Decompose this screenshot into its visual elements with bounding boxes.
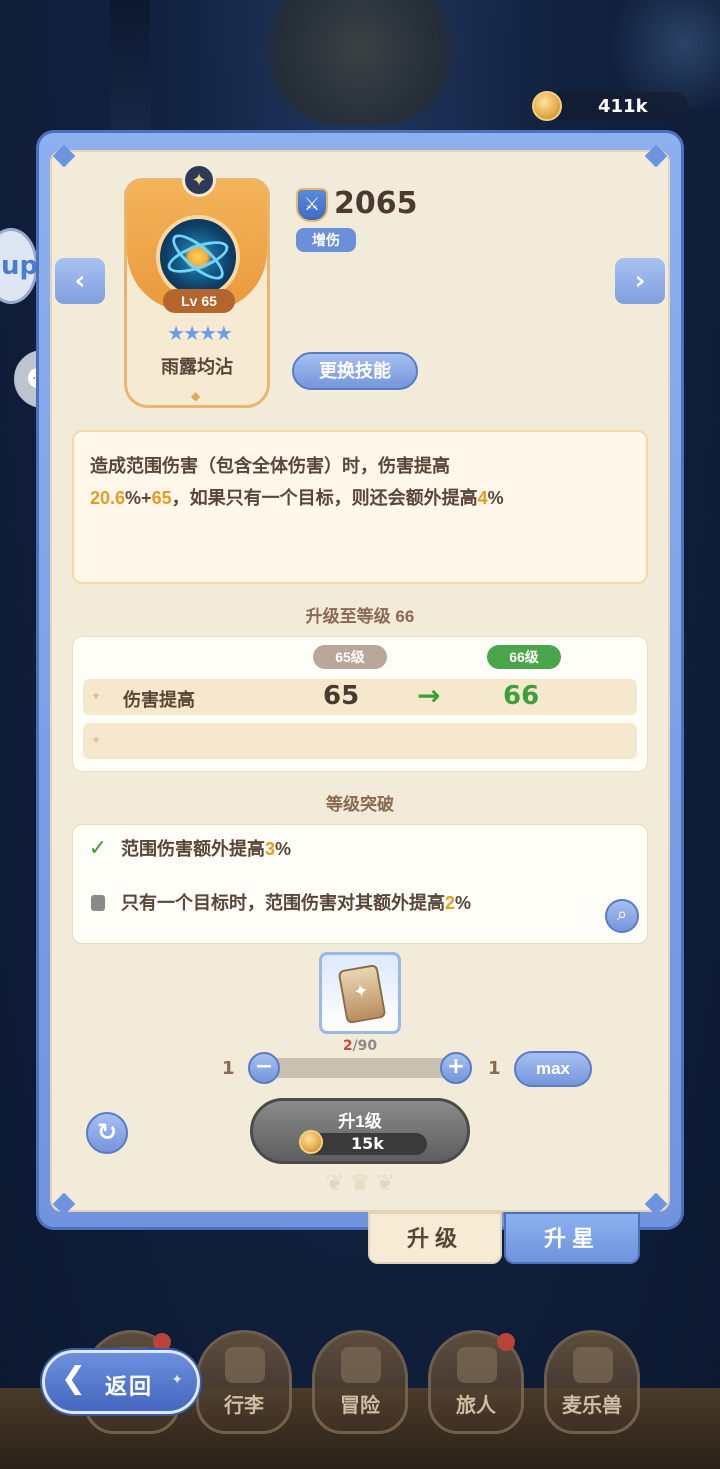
upgrade-title: 升级至等级 66	[305, 607, 415, 626]
material-have: 2	[342, 1038, 353, 1054]
prev-skill-button[interactable]: ‹	[52, 255, 108, 307]
skill-icon	[156, 215, 240, 299]
pet-icon	[573, 1347, 613, 1383]
breakthrough-text: %	[275, 839, 292, 859]
gold-counter[interactable]: 411k	[532, 91, 688, 121]
desc-text: 造成范围伤害（包含全体伤害）时，伤害提高	[90, 456, 450, 476]
skill-tag: 增伤	[296, 228, 356, 252]
bullet-icon: ✦	[91, 733, 102, 747]
stepper-min: 1	[222, 1058, 235, 1079]
skill-power: 2065	[334, 186, 418, 221]
stepper-max: 1	[488, 1058, 501, 1079]
chevron-left-icon: ❮	[61, 1361, 87, 1396]
nav-item-adventure[interactable]: 冒险	[312, 1330, 408, 1434]
notification-dot	[497, 1333, 515, 1351]
arrow-right-icon: →	[417, 679, 441, 712]
desc-value: 20.6	[90, 488, 126, 508]
sparkle-icon: ✦	[182, 163, 216, 197]
material-count: 2/90	[319, 1038, 401, 1054]
up-event-button[interactable]: up	[0, 228, 38, 304]
list-item: 只有一个目标时，范围伤害对其额外提高2%	[85, 889, 471, 915]
chevron-left-icon: ‹	[74, 266, 86, 296]
desc-value: 65	[151, 488, 172, 508]
upgrade-cost-value: 15k	[351, 1134, 384, 1153]
background-character	[245, 0, 475, 125]
skill-name: 雨露均沾	[161, 357, 233, 377]
skill-stars: ★★★★	[167, 323, 233, 345]
notification-dot	[153, 1333, 171, 1351]
nav-label: 麦乐兽	[562, 1395, 622, 1417]
nav-item-pets[interactable]: 麦乐兽	[544, 1330, 640, 1434]
stat-next: 66	[503, 681, 540, 711]
skill-description: 造成范围伤害（包含全体伤害）时，伤害提高 20.6%+65，如果只有一个目标，则…	[72, 430, 648, 584]
check-icon: ✓	[88, 836, 108, 861]
bullet-icon: ✦	[91, 689, 102, 703]
skill-level: Lv 65	[163, 289, 235, 313]
upgrade-button-label: 升1级	[338, 1112, 382, 1131]
table-row: ✦ 伤害提高 65 → 66	[83, 679, 637, 715]
skill-card[interactable]: ✦ Lv 65 ★★★★ 雨露均沾 ◆	[124, 163, 270, 408]
breakthrough-title: 等级突破	[326, 795, 394, 814]
refresh-icon[interactable]: ↻	[86, 1112, 128, 1154]
material-slot[interactable]: ✦	[319, 952, 401, 1034]
card-tip-icon: ◆	[191, 389, 201, 403]
panel-footer-deco: ❦ ♛ ❦	[325, 1170, 395, 1195]
current-level-pill: 65级	[313, 645, 387, 669]
chevron-right-icon: ›	[634, 266, 646, 296]
plus-button[interactable]: +	[440, 1052, 472, 1084]
lock-icon	[85, 893, 111, 914]
breakthrough-value: 3	[265, 839, 276, 859]
stat-current: 65	[323, 681, 360, 711]
tab-upgrade[interactable]: 升级	[368, 1212, 502, 1264]
sword-shield-icon: ⚔	[296, 188, 328, 222]
zoom-icon[interactable]: ⌕	[605, 899, 639, 933]
next-level-pill: 66级	[487, 645, 561, 669]
desc-value: 4	[477, 488, 488, 508]
nav-label: 冒险	[340, 1395, 380, 1417]
desc-text: %+	[125, 488, 152, 508]
breakthrough-value: 2	[445, 893, 456, 913]
nav-label: 旅人	[456, 1395, 496, 1417]
desc-text: %	[487, 488, 504, 508]
traveler-icon	[457, 1347, 497, 1383]
change-skill-button[interactable]: 更换技能	[292, 352, 418, 390]
bag-icon	[225, 1347, 265, 1383]
upgrade-cost: 15k	[299, 1130, 427, 1155]
material-need: /90	[352, 1038, 378, 1054]
crossed-swords-icon	[341, 1347, 381, 1383]
upgrade-table: 65级 66级 ✦ 伤害提高 65 → 66 ✦	[72, 636, 648, 772]
gold-amount: 411k	[598, 96, 648, 117]
up-label: up	[1, 251, 39, 281]
list-item: ✓ 范围伤害额外提高3%	[85, 835, 291, 861]
table-row: ✦	[83, 723, 637, 759]
back-button[interactable]: ❮ 返回 ✦	[42, 1350, 200, 1414]
max-button[interactable]: max	[514, 1051, 592, 1087]
tab-star-up[interactable]: 升星	[504, 1212, 640, 1264]
quantity-slider[interactable]	[262, 1058, 458, 1078]
upgrade-button[interactable]: 升1级 15k	[250, 1098, 470, 1164]
next-skill-button[interactable]: ›	[612, 255, 668, 307]
minus-button[interactable]: −	[248, 1052, 280, 1084]
breakthrough-list: ✓ 范围伤害额外提高3% 只有一个目标时，范围伤害对其额外提高2% ⌕	[72, 824, 648, 944]
back-label: 返回	[105, 1374, 154, 1399]
skill-card-material-icon: ✦	[337, 963, 387, 1025]
sparkle-icon: ✦	[171, 1371, 183, 1387]
stat-name: 伤害提高	[123, 690, 195, 710]
desc-text: ，如果只有一个目标，则还会额外提高	[171, 488, 478, 508]
gold-coin-icon	[299, 1130, 323, 1154]
gold-coin-icon	[532, 91, 562, 121]
breakthrough-text: 只有一个目标时，范围伤害对其额外提高	[121, 893, 445, 913]
nav-label: 行李	[224, 1395, 264, 1417]
breakthrough-text: 范围伤害额外提高	[121, 839, 265, 859]
nav-item-traveler[interactable]: 旅人	[428, 1330, 524, 1434]
background-tree	[110, 0, 150, 130]
breakthrough-text: %	[455, 893, 472, 913]
nav-item-bag[interactable]: 行李	[196, 1330, 292, 1434]
